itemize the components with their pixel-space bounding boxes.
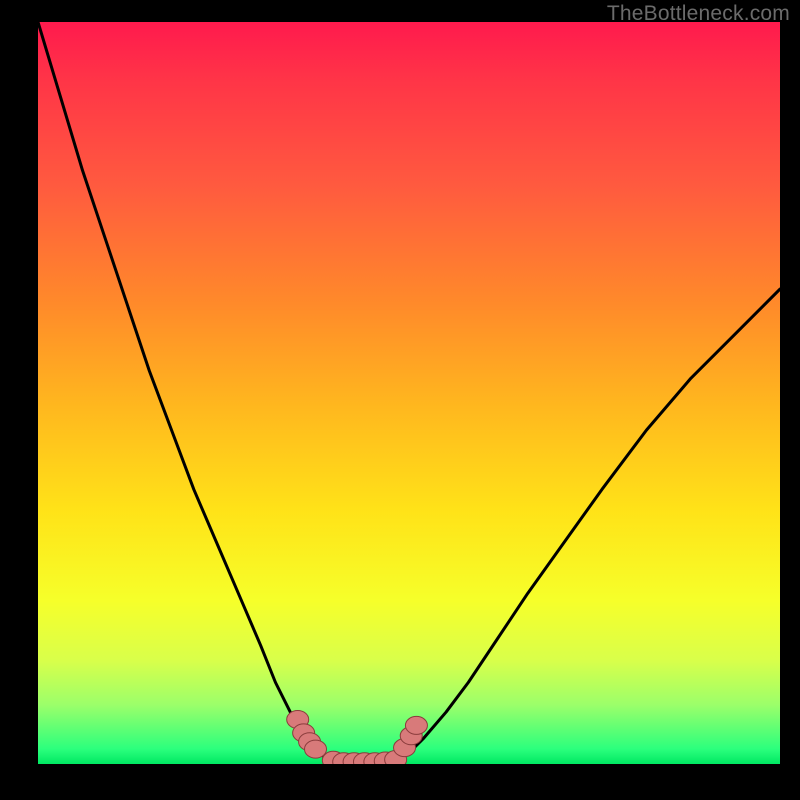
curve-group: [38, 22, 780, 764]
chart-svg: [38, 22, 780, 764]
data-marker-right-neck: [405, 716, 427, 734]
bottleneck-curve: [38, 22, 780, 764]
marker-group: [287, 710, 428, 764]
chart-frame: TheBottleneck.com: [0, 0, 800, 800]
plot-area: [38, 22, 780, 764]
watermark-label: TheBottleneck.com: [607, 2, 790, 26]
data-marker-left-neck: [305, 740, 327, 758]
